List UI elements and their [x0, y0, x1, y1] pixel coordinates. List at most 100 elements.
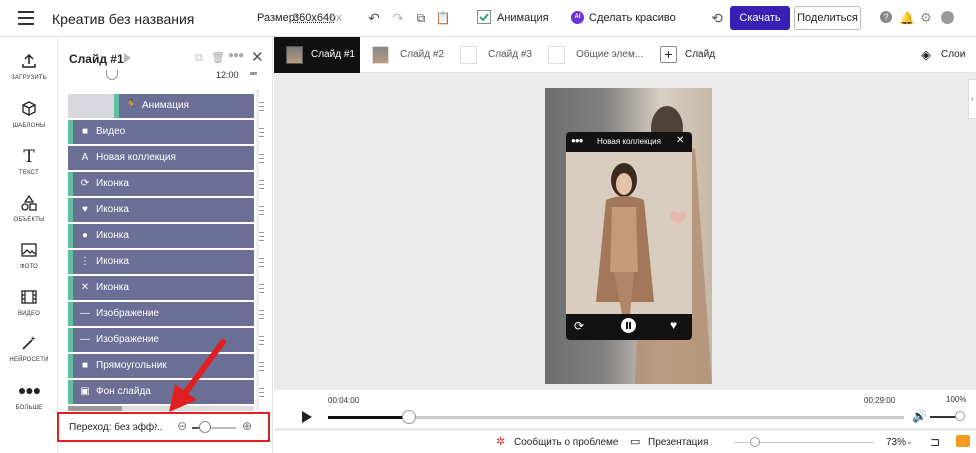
- vertical-scrollbar[interactable]: [256, 89, 259, 411]
- layer-row[interactable]: ♥ Иконка: [68, 198, 254, 222]
- layer-row[interactable]: ■ Видео: [68, 120, 254, 144]
- menu-icon[interactable]: [18, 11, 34, 25]
- bell-icon[interactable]: 🔔: [899, 10, 915, 26]
- square-icon: ■: [81, 360, 89, 371]
- nav-label: ФОТО: [19, 264, 39, 270]
- layers-stack-icon[interactable]: ◈: [921, 47, 931, 63]
- scroll-time-handle[interactable]: [250, 72, 257, 75]
- tab-common-elements[interactable]: Общие элем...: [536, 37, 651, 73]
- transition-control: Переход: без эфф... › ⊖ ⊕: [57, 412, 270, 442]
- video-icon: ■: [81, 126, 89, 137]
- tab-label: Слайд #3: [488, 49, 532, 60]
- gear-icon[interactable]: ⚙: [918, 10, 934, 26]
- nav-neural[interactable]: НЕЙРОСЕТИ: [0, 334, 58, 363]
- add-slide-icon[interactable]: +: [660, 46, 677, 63]
- layer-label: Иконка: [96, 230, 129, 241]
- tab-slide-1[interactable]: Слайд #1: [274, 37, 360, 73]
- paste-icon[interactable]: 📋: [435, 10, 451, 26]
- layer-row[interactable]: 🏃 Анимация: [114, 94, 254, 118]
- tab-slide-2[interactable]: Слайд #2: [360, 37, 448, 73]
- copy-icon[interactable]: ⧉: [413, 10, 429, 26]
- video-icon: [0, 288, 58, 308]
- sync-icon: ⟳: [80, 178, 90, 189]
- zoom-out-icon[interactable]: ⊖: [177, 419, 187, 433]
- report-problem-link[interactable]: Сообщить о проблеме: [514, 437, 618, 448]
- trash-icon[interactable]: 🗑: [211, 51, 225, 64]
- layer-color-bar: [68, 172, 73, 196]
- layer-row[interactable]: ⋮ Иконка: [68, 250, 254, 274]
- close-icon[interactable]: ✕: [251, 48, 264, 66]
- layer-row[interactable]: — Изображение: [68, 302, 254, 326]
- nav-objects[interactable]: ОБЪЕКТЫ: [0, 194, 58, 223]
- close-icon[interactable]: ✕: [676, 135, 684, 146]
- layer-row[interactable]: ✕ Иконка: [68, 276, 254, 300]
- layer-label: Видео: [96, 126, 126, 137]
- duplicate-icon[interactable]: ⧉: [195, 52, 203, 65]
- add-slide-button[interactable]: Слайд: [685, 49, 715, 60]
- layer-label: Иконка: [96, 178, 129, 189]
- transition-zoom-knob[interactable]: [199, 421, 212, 433]
- history-icon[interactable]: ⟲: [709, 10, 725, 26]
- nav-label: ОБЪЕКТЫ: [13, 217, 45, 223]
- layer-row[interactable]: ● Иконка: [68, 224, 254, 248]
- nav-text[interactable]: T ТЕКСТ: [0, 147, 58, 176]
- size-value[interactable]: 360x640: [293, 12, 335, 24]
- nav-label: БОЛЬШЕ: [15, 405, 43, 411]
- animation-label[interactable]: Анимация: [497, 12, 549, 24]
- layer-label: Изображение: [96, 334, 159, 345]
- nav-more[interactable]: ●●● БОЛЬШЕ: [0, 382, 58, 411]
- layers-toggle-button[interactable]: Слои: [941, 49, 965, 60]
- presentation-icon[interactable]: ▭: [630, 435, 640, 448]
- presentation-button[interactable]: Презентация: [648, 437, 708, 448]
- play-icon[interactable]: [124, 53, 131, 63]
- layer-label: Изображение: [96, 308, 159, 319]
- slide-thumbnail: [372, 46, 389, 64]
- nav-templates[interactable]: ШАБЛОНЫ: [0, 100, 58, 129]
- timeline-knob[interactable]: [401, 410, 416, 424]
- top-bar: Креатив без названия Размер: 360x640 px …: [0, 0, 976, 37]
- layer-row[interactable]: A Новая коллекция: [68, 146, 254, 170]
- heart-icon[interactable]: ♥: [670, 318, 677, 332]
- nav-photo[interactable]: ФОТО: [0, 241, 58, 270]
- scrubber-knob[interactable]: [106, 70, 118, 80]
- zoom-in-icon[interactable]: ⊕: [242, 419, 252, 433]
- pause-circle-icon[interactable]: [621, 318, 636, 333]
- transition-label[interactable]: Переход: без эфф...: [69, 422, 163, 433]
- ai-beautify-button[interactable]: Сделать красиво: [589, 12, 676, 24]
- tab-slide-3[interactable]: Слайд #3: [448, 37, 536, 73]
- collapse-panel-chevron-icon[interactable]: ‹: [968, 79, 976, 119]
- play-icon[interactable]: [302, 411, 312, 423]
- layer-row[interactable]: ⟳ Иконка: [68, 172, 254, 196]
- story-widget[interactable]: ●●● Новая коллекция ✕ ⟳ ♥: [566, 132, 692, 340]
- layer-color-bar: [68, 354, 73, 378]
- more-icon: ●●●: [17, 382, 41, 398]
- more-icon[interactable]: ●●●: [228, 50, 244, 61]
- layout-icon[interactable]: ⊐: [930, 435, 940, 449]
- volume-icon[interactable]: 🔊: [912, 409, 927, 423]
- layer-color-bar: [68, 120, 73, 144]
- help-icon[interactable]: ?: [880, 11, 892, 23]
- tab-label: Общие элем...: [576, 49, 644, 60]
- chevron-down-icon[interactable]: ⌄: [906, 437, 913, 446]
- volume-knob[interactable]: [955, 411, 965, 421]
- tab-label: Слайд #2: [400, 49, 444, 60]
- undo-icon[interactable]: ↶: [366, 10, 382, 26]
- document-title[interactable]: Креатив без названия: [52, 11, 194, 27]
- bug-icon[interactable]: ✲: [496, 435, 505, 448]
- zoom-knob[interactable]: [750, 437, 760, 447]
- ai-icon[interactable]: AI: [571, 11, 584, 24]
- end-time: 00:29:00: [864, 396, 896, 405]
- animation-checkbox[interactable]: [477, 10, 491, 24]
- redo-icon[interactable]: ↷: [390, 10, 406, 26]
- chevron-right-icon[interactable]: ›: [154, 420, 158, 432]
- preview-icon[interactable]: [956, 435, 970, 447]
- layer-label: Прямоугольник: [96, 360, 167, 371]
- share-button[interactable]: Поделиться: [794, 6, 861, 30]
- download-button[interactable]: Скачать: [730, 6, 790, 30]
- avatar[interactable]: [941, 11, 954, 24]
- zoom-label[interactable]: 73%: [886, 437, 906, 448]
- nav-label: ЗАГРУЗИТЬ: [11, 75, 47, 81]
- nav-upload[interactable]: ЗАГРУЗИТЬ: [0, 52, 58, 81]
- sync-icon[interactable]: ⟳: [574, 319, 584, 333]
- nav-video[interactable]: ВИДЕО: [0, 288, 58, 317]
